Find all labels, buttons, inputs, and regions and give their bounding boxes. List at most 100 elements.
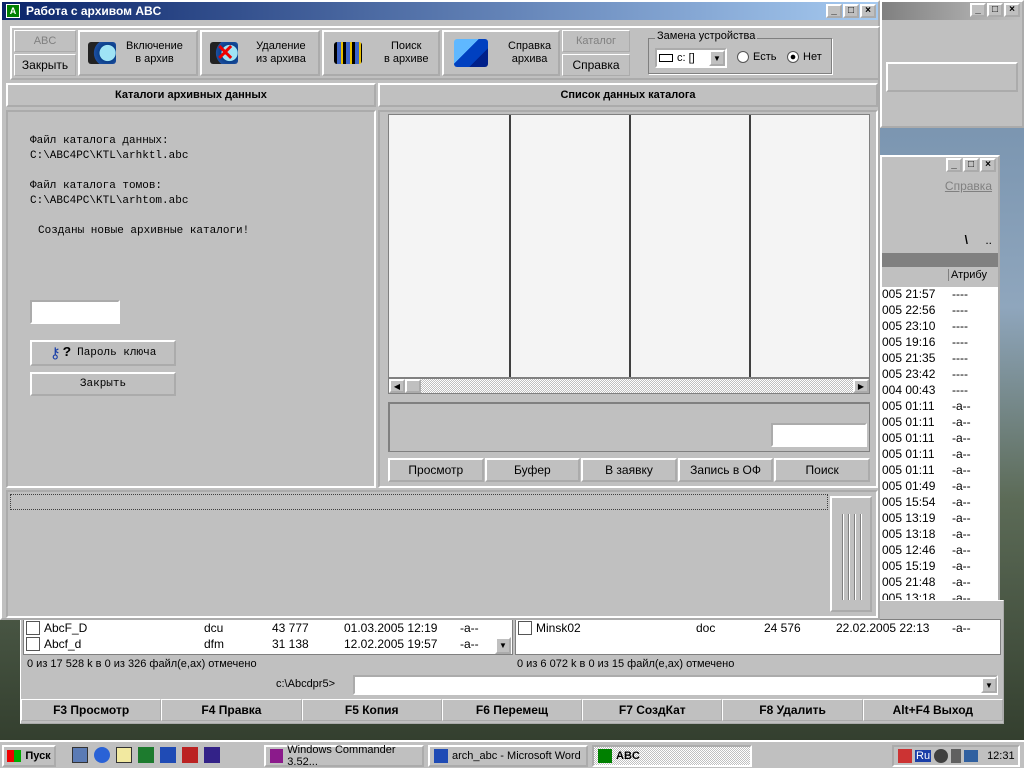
file-row[interactable]: Abcf_d dfm 31 138 12.02.2005 19:57 -a-- (24, 636, 512, 652)
language-indicator[interactable]: Ru (915, 750, 932, 762)
file-row[interactable]: 005 21:35 ---- (882, 351, 998, 367)
action-button[interactable]: Запись в ОФ (677, 458, 774, 482)
fkey-button[interactable]: F3 Просмотр (21, 699, 162, 721)
file-row[interactable]: 005 22:56 ---- (882, 303, 998, 319)
show-desktop-icon[interactable] (72, 747, 88, 763)
right-file-panel[interactable]: Minsk02 doc 24 576 22.02.2005 22:13 -a-- (515, 619, 1001, 655)
left-file-panel[interactable]: AbcF_D dcu 43 777 01.03.2005 12:19 -a-- Abcf_… (23, 619, 513, 655)
catalog-button[interactable]: Каталог (562, 30, 630, 52)
catalog-grid[interactable] (388, 114, 870, 378)
info-line-2: C:\ABC4PC\KTL\arhktl.abc (30, 150, 189, 162)
fkey-button[interactable]: F4 Правка (161, 699, 302, 721)
file-row[interactable]: 005 21:48 -a-- (882, 575, 998, 591)
include-archive-button[interactable]: Включение в архив (78, 30, 198, 76)
clock[interactable]: 12:31 (987, 750, 1015, 762)
fkey-button[interactable]: Alt+F4 Выход (862, 699, 1003, 721)
action-button[interactable]: Просмотр (388, 458, 484, 482)
delete-archive-button[interactable]: ✕ Удаление из архива (200, 30, 320, 76)
key-input[interactable] (30, 300, 120, 324)
dropdown-icon[interactable]: ▼ (981, 677, 997, 693)
scroll-left-icon[interactable]: ◀ (389, 379, 405, 393)
scroll-down-icon[interactable]: ▼ (495, 637, 511, 654)
file-row[interactable]: 005 12:46 -a-- (882, 543, 998, 559)
monitor-icon[interactable] (964, 750, 979, 762)
file-attr: -a-- (952, 543, 971, 557)
scroll-grip[interactable] (838, 514, 864, 600)
task-word[interactable]: arch_abc - Microsoft Word (428, 745, 588, 767)
file-row[interactable]: 005 23:42 ---- (882, 367, 998, 383)
file-row[interactable]: 005 13:19 -a-- (882, 511, 998, 527)
path-label: c:\Abcdpr5> (276, 678, 336, 690)
app-red-icon[interactable] (182, 747, 198, 763)
file-row[interactable]: 004 00:43 ---- (882, 383, 998, 399)
close-button[interactable]: Закрыть (30, 372, 176, 396)
fkey-button[interactable]: F7 СоздКат (582, 699, 723, 721)
chevron-down-icon[interactable]: ▼ (709, 50, 725, 66)
action-button[interactable]: Буфер (484, 458, 581, 482)
close-icon[interactable]: × (1004, 3, 1020, 17)
file-row[interactable]: 005 01:11 -a-- (882, 463, 998, 479)
excel-icon[interactable] (138, 747, 154, 763)
close-icon[interactable]: × (980, 158, 996, 172)
task-abc[interactable]: ABC (592, 745, 752, 767)
action-button[interactable]: Поиск (774, 458, 870, 482)
command-line-input[interactable] (353, 675, 998, 695)
help-archive-button[interactable]: Справка архива (442, 30, 560, 76)
file-row[interactable]: Minsk02 doc 24 576 22.02.2005 22:13 -a-- (516, 620, 1000, 636)
horizontal-scrollbar[interactable]: ◀ ▶ (388, 378, 870, 394)
action-button[interactable]: В заявку (581, 458, 677, 482)
file-row[interactable]: 005 01:11 -a-- (882, 447, 998, 463)
word-icon[interactable] (160, 747, 176, 763)
radio-no[interactable]: Нет (787, 51, 822, 63)
ie-icon[interactable] (94, 747, 110, 763)
notepad-icon[interactable] (116, 747, 132, 763)
file-row[interactable]: 005 23:10 ---- (882, 319, 998, 335)
file-attr: -a-- (952, 479, 971, 493)
details-input[interactable] (771, 423, 867, 447)
start-button[interactable]: Пуск (2, 745, 56, 767)
nav-up-button[interactable]: .. (985, 233, 992, 247)
minimize-icon[interactable]: _ (826, 4, 842, 18)
file-row[interactable]: 005 01:49 -a-- (882, 479, 998, 495)
save-icon[interactable] (204, 747, 220, 763)
file-row[interactable]: 005 19:16 ---- (882, 335, 998, 351)
file-list[interactable]: 005 21:57 ---- 005 22:56 ---- 005 23:10 ---- 0… (882, 287, 998, 653)
close-toolbar-button[interactable]: Закрыть (14, 54, 76, 76)
network-icon[interactable] (898, 749, 912, 763)
shield-icon[interactable] (934, 749, 949, 763)
file-row[interactable]: 005 01:11 -a-- (882, 431, 998, 447)
fkey-button[interactable]: F6 Перемещ (441, 699, 583, 721)
drive-select[interactable]: c: [] ▼ (655, 48, 727, 68)
abc-button[interactable]: ABC (14, 30, 76, 52)
minimize-icon[interactable]: _ (946, 158, 962, 172)
key-password-button[interactable]: ⚷? Пароль ключа (30, 340, 176, 366)
file-name: Minsk02 (536, 621, 581, 635)
fkey-button[interactable]: F8 Удалить (722, 699, 863, 721)
file-row[interactable]: AbcF_D dcu 43 777 01.03.2005 12:19 -a-- (24, 620, 512, 636)
file-row[interactable]: 005 21:57 ---- (882, 287, 998, 303)
fkey-button[interactable]: F5 Копия (301, 699, 442, 721)
close-icon[interactable]: × (860, 4, 876, 18)
menu-help[interactable]: Справка (945, 179, 992, 193)
scroll-thumb[interactable] (405, 379, 421, 393)
task-commander[interactable]: Windows Commander 3.52... (264, 744, 424, 768)
column-attr-header[interactable]: Атрибу (948, 269, 996, 281)
file-row[interactable]: 005 01:11 -a-- (882, 399, 998, 415)
scroll-right-icon[interactable]: ▶ (853, 379, 869, 393)
maximize-icon[interactable]: □ (963, 158, 979, 172)
minimize-icon[interactable]: _ (970, 3, 986, 17)
speaker-icon[interactable] (951, 749, 962, 763)
nav-root-button[interactable]: \ (965, 233, 968, 247)
binoculars-books-icon (334, 42, 362, 64)
maximize-icon[interactable]: □ (987, 3, 1003, 17)
radio-yes[interactable]: Есть (737, 51, 776, 63)
file-row[interactable]: 005 01:11 -a-- (882, 415, 998, 431)
file-row[interactable]: 005 13:18 -a-- (882, 527, 998, 543)
file-row[interactable]: 005 15:19 -a-- (882, 559, 998, 575)
file-row[interactable]: 005 15:54 -a-- (882, 495, 998, 511)
vertical-scrollbar[interactable] (830, 496, 872, 612)
maximize-icon[interactable]: □ (843, 4, 859, 18)
file-time: 005 22:56 (882, 303, 936, 317)
help-toolbar-button[interactable]: Справка (562, 54, 630, 76)
search-archive-button[interactable]: Поиск в архиве (322, 30, 440, 76)
